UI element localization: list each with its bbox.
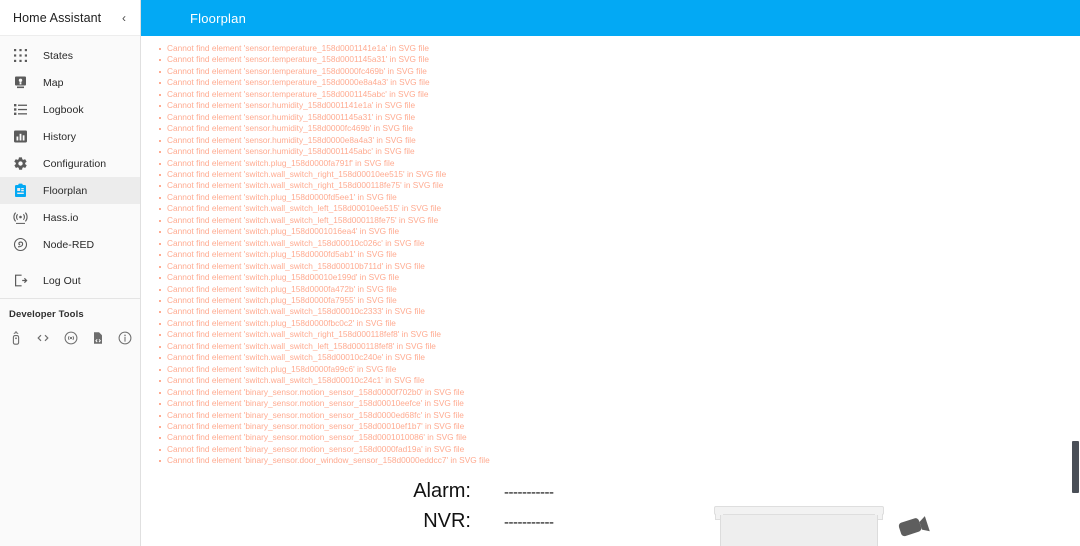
error-message: Cannot find element 'switch.plug_158d000… — [159, 158, 1080, 169]
error-message: Cannot find element 'switch.wall_switch_… — [159, 261, 1080, 272]
error-message: Cannot find element 'sensor.temperature_… — [159, 43, 1080, 54]
gear-icon — [9, 153, 31, 175]
watermark: 值 什么值得买 — [911, 541, 1074, 546]
sidebar-item-map[interactable]: Map — [0, 69, 140, 96]
error-message: Cannot find element 'binary_sensor.motio… — [159, 398, 1080, 409]
sidebar-header: Home Assistant ‹ — [0, 0, 140, 36]
error-message: Cannot find element 'switch.wall_switch_… — [159, 169, 1080, 180]
status-value: ----------- — [504, 484, 554, 501]
app-toolbar: Floorplan — [141, 0, 1080, 36]
error-message: Cannot find element 'switch.wall_switch_… — [159, 238, 1080, 249]
sidebar-item-label: Log Out — [43, 274, 81, 287]
error-message: Cannot find element 'switch.plug_158d000… — [159, 284, 1080, 295]
sidebar-nav: States Map Logbook History Configuration… — [0, 36, 140, 347]
template-file-icon[interactable] — [89, 329, 107, 347]
info-icon[interactable] — [116, 329, 134, 347]
status-labels: Alarm: ----------- NVR: ----------- — [326, 480, 746, 540]
floorplan-content: Cannot find element 'sensor.temperature_… — [141, 36, 1080, 546]
status-label: NVR: — [423, 510, 471, 532]
error-message: Cannot find element 'switch.wall_switch_… — [159, 180, 1080, 191]
error-message: Cannot find element 'switch.plug_158d000… — [159, 249, 1080, 260]
list-icon — [9, 99, 31, 121]
developer-tools-heading: Developer Tools — [9, 309, 84, 320]
sidebar-item-label: Hass.io — [43, 211, 79, 224]
status-label: Alarm: — [413, 480, 471, 502]
error-message: Cannot find element 'switch.wall_switch_… — [159, 341, 1080, 352]
sidebar-item-label: Logbook — [43, 103, 84, 116]
status-value: ----------- — [504, 514, 554, 531]
logout-icon — [9, 270, 31, 292]
app-root: Home Assistant ‹ States Map Logbook Hist… — [0, 0, 1080, 546]
error-message: Cannot find element 'switch.plug_158d000… — [159, 364, 1080, 375]
error-message: Cannot find element 'switch.plug_158d000… — [159, 318, 1080, 329]
sidebar-item-label: Floorplan — [43, 184, 88, 197]
error-message: Cannot find element 'switch.wall_switch_… — [159, 375, 1080, 386]
sidebar-item-floorplan[interactable]: Floorplan — [0, 177, 140, 204]
floorplan-icon — [9, 180, 31, 202]
error-message: Cannot find element 'binary_sensor.motio… — [159, 444, 1080, 455]
sidebar-item-log-out[interactable]: Log Out — [0, 267, 140, 294]
error-message: Cannot find element 'sensor.temperature_… — [159, 77, 1080, 88]
error-message: Cannot find element 'switch.plug_158d000… — [159, 272, 1080, 283]
error-message: Cannot find element 'sensor.humidity_158… — [159, 146, 1080, 157]
error-list: Cannot find element 'sensor.temperature_… — [141, 36, 1080, 467]
room-top-wall — [714, 506, 884, 515]
room-outline — [714, 506, 884, 546]
sidebar-item-label: Configuration — [43, 157, 107, 170]
room-body — [720, 515, 878, 546]
error-message: Cannot find element 'switch.wall_switch_… — [159, 352, 1080, 363]
vertical-scrollbar[interactable] — [1071, 72, 1080, 546]
developer-tools-icons — [0, 320, 140, 347]
grid-dots-icon — [9, 45, 31, 67]
sidebar-item-history[interactable]: History — [0, 123, 140, 150]
map-marker-icon — [9, 72, 31, 94]
sidebar-item-logbook[interactable]: Logbook — [0, 96, 140, 123]
sidebar-item-label: Map — [43, 76, 64, 89]
error-message: Cannot find element 'sensor.temperature_… — [159, 89, 1080, 100]
sidebar: Home Assistant ‹ States Map Logbook Hist… — [0, 0, 141, 546]
error-message: Cannot find element 'sensor.temperature_… — [159, 54, 1080, 65]
sidebar-item-hassio[interactable]: Hass.io — [0, 204, 140, 231]
status-row: Alarm: ----------- — [326, 480, 746, 510]
error-message: Cannot find element 'sensor.humidity_158… — [159, 135, 1080, 146]
error-message: Cannot find element 'switch.plug_158d000… — [159, 226, 1080, 237]
error-message: Cannot find element 'binary_sensor.motio… — [159, 387, 1080, 398]
page-title: Floorplan — [190, 10, 246, 26]
error-message: Cannot find element 'sensor.temperature_… — [159, 66, 1080, 77]
error-message: Cannot find element 'switch.wall_switch_… — [159, 306, 1080, 317]
error-message: Cannot find element 'switch.wall_switch_… — [159, 329, 1080, 340]
sidebar-title: Home Assistant — [13, 10, 102, 25]
sidebar-item-label: States — [43, 49, 74, 62]
error-message: Cannot find element 'binary_sensor.motio… — [159, 432, 1080, 443]
error-message: Cannot find element 'binary_sensor.door_… — [159, 455, 1080, 466]
sidebar-item-states[interactable]: States — [0, 42, 140, 69]
sidebar-item-label: History — [43, 130, 77, 143]
error-message: Cannot find element 'sensor.humidity_158… — [159, 100, 1080, 111]
broadcast-icon — [9, 207, 31, 229]
status-row: NVR: ----------- — [326, 510, 746, 540]
error-message: Cannot find element 'sensor.humidity_158… — [159, 112, 1080, 123]
error-message: Cannot find element 'binary_sensor.motio… — [159, 421, 1080, 432]
error-message: Cannot find element 'binary_sensor.motio… — [159, 410, 1080, 421]
watermark-text: 什么值得买 — [944, 541, 1074, 546]
error-message: Cannot find element 'switch.plug_158d000… — [159, 192, 1080, 203]
node-red-icon — [9, 234, 31, 256]
chevron-left-icon[interactable]: ‹ — [119, 10, 129, 26]
sidebar-item-node-red[interactable]: Node-RED — [0, 231, 140, 258]
scrollbar-thumb[interactable] — [1072, 441, 1079, 493]
sidebar-item-configuration[interactable]: Configuration — [0, 150, 140, 177]
error-message: Cannot find element 'switch.wall_switch_… — [159, 215, 1080, 226]
camera-icon[interactable] — [896, 514, 932, 542]
error-message: Cannot find element 'sensor.humidity_158… — [159, 123, 1080, 134]
bar-chart-icon — [9, 126, 31, 148]
error-message: Cannot find element 'switch.plug_158d000… — [159, 295, 1080, 306]
main-panel: Floorplan Cannot find element 'sensor.te… — [141, 0, 1080, 546]
error-message: Cannot find element 'switch.wall_switch_… — [159, 203, 1080, 214]
remote-icon[interactable] — [7, 329, 25, 347]
sidebar-item-label: Node-RED — [43, 238, 95, 251]
code-brackets-icon[interactable] — [34, 329, 52, 347]
broadcast-tower-icon[interactable] — [62, 329, 80, 347]
